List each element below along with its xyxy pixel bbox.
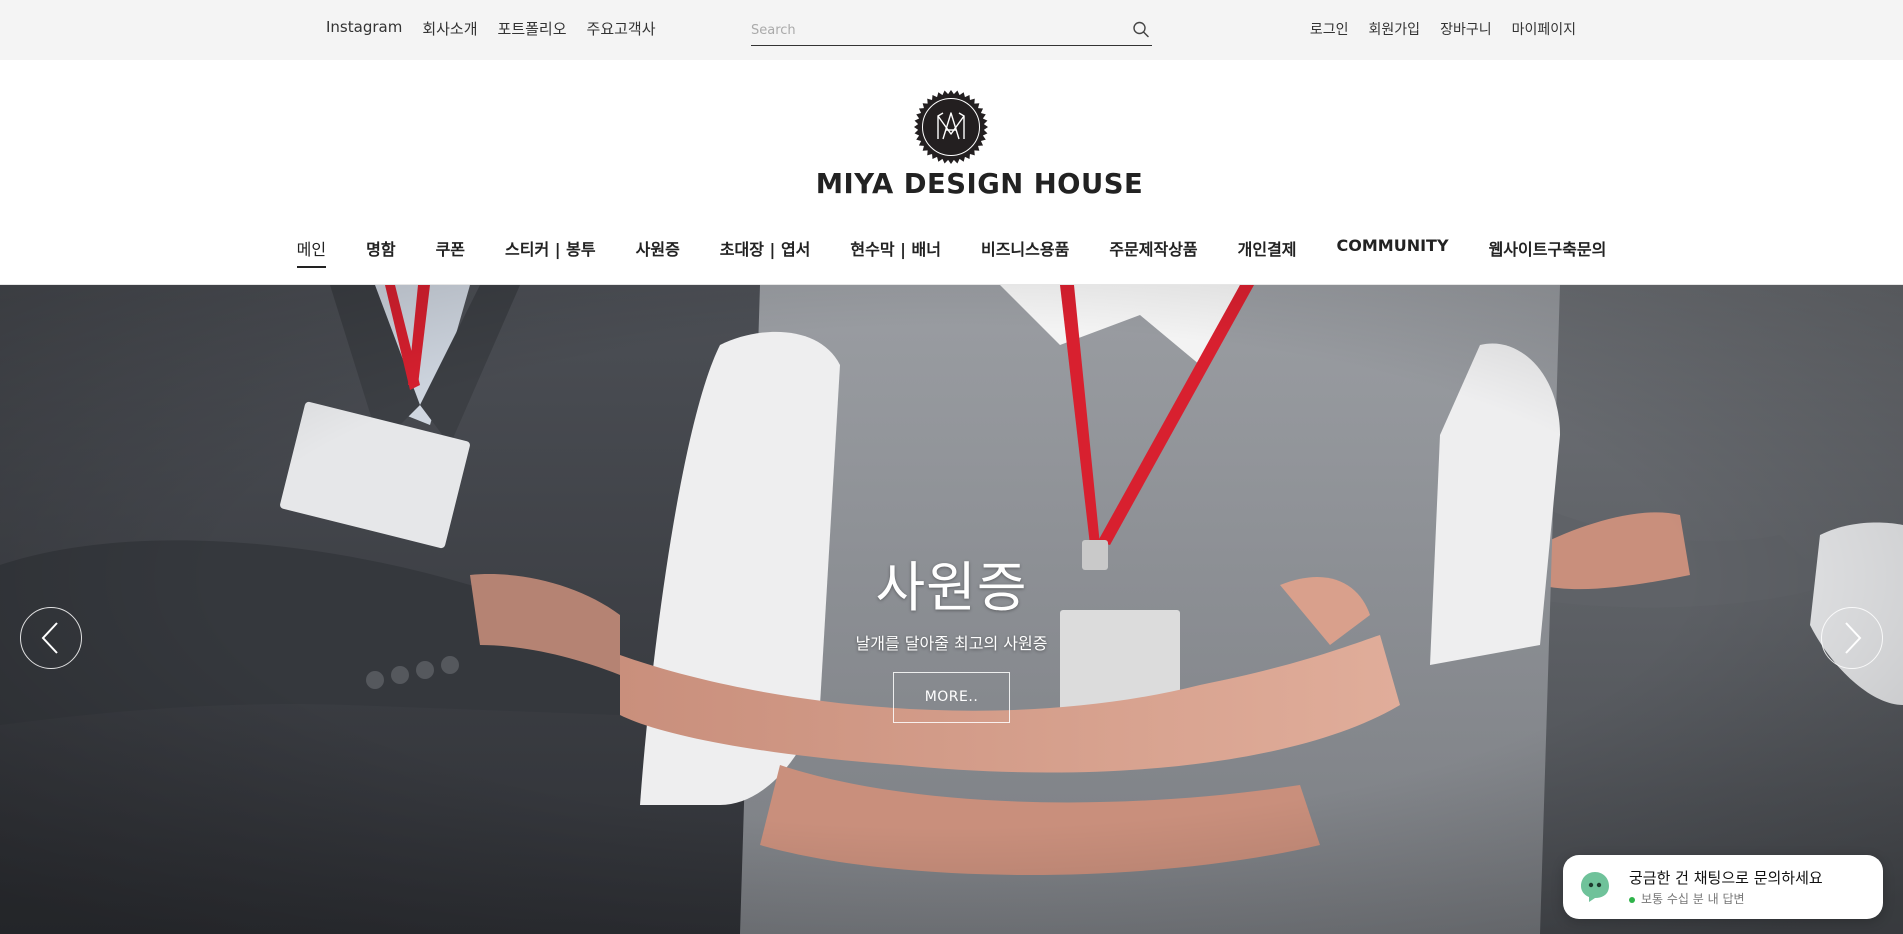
chevron-right-icon bbox=[1845, 622, 1862, 654]
site-logo[interactable]: MIYA DESIGN HOUSE bbox=[813, 89, 1144, 200]
nav-item[interactable]: 스티커 | 봉투 bbox=[485, 232, 616, 268]
nav-item[interactable]: 메인 bbox=[277, 232, 346, 268]
chat-status-text: 보통 수십 분 내 답변 bbox=[1641, 892, 1745, 906]
hero-caption: 사원증 날개를 달아줄 최고의 사원증 MORE.. bbox=[0, 543, 1903, 723]
hero-slider: 사원증 날개를 달아줄 최고의 사원증 MORE.. bbox=[0, 285, 1903, 934]
nav-item[interactable]: 개인결제 bbox=[1218, 232, 1317, 268]
nav-item[interactable]: 초대장 | 엽서 bbox=[700, 232, 831, 268]
top-utility-bar: Instagram 회사소개 포트폴리오 주요고객사 로그인 회원가입 장바구니… bbox=[0, 0, 1903, 60]
nav-item[interactable]: 주문제작상품 bbox=[1089, 232, 1217, 268]
chat-status: 보통 수십 분 내 답변 bbox=[1629, 890, 1745, 907]
main-navigation: 메인 명함 쿠폰 스티커 | 봉투 사원증 초대장 | 엽서 현수막 | 배너 비즈니스용품 주… bbox=[0, 232, 1903, 284]
chat-widget[interactable]: 궁금한 건 채팅으로 문의하세요 보통 수십 분 내 답변 bbox=[1563, 855, 1883, 919]
nav-item[interactable]: 사원증 bbox=[616, 232, 700, 268]
mypage-link[interactable]: 마이페이지 bbox=[1512, 19, 1576, 39]
hero-more-button[interactable]: MORE.. bbox=[893, 672, 1010, 723]
user-links: 로그인 회원가입 장바구니 마이페이지 bbox=[1310, 19, 1576, 39]
top-link-company[interactable]: 회사소개 bbox=[422, 18, 477, 39]
online-status-dot bbox=[1629, 896, 1635, 903]
signup-link[interactable]: 회원가입 bbox=[1369, 19, 1421, 39]
nav-item[interactable]: 비즈니스용품 bbox=[961, 232, 1089, 268]
nav-item[interactable]: 현수막 | 배너 bbox=[830, 232, 961, 268]
cart-link[interactable]: 장바구니 bbox=[1440, 19, 1492, 39]
chat-bot-icon bbox=[1581, 872, 1609, 902]
nav-item[interactable]: 명함 bbox=[346, 232, 415, 268]
chat-title: 궁금한 건 채팅으로 문의하세요 bbox=[1629, 869, 1823, 887]
search-icon[interactable] bbox=[1130, 19, 1152, 41]
search-box bbox=[751, 16, 1152, 46]
hero-subtitle: 날개를 달아줄 최고의 사원증 bbox=[855, 634, 1048, 653]
login-link[interactable]: 로그인 bbox=[1310, 19, 1349, 39]
top-link-portfolio[interactable]: 포트폴리오 bbox=[498, 18, 567, 39]
search-input[interactable] bbox=[751, 16, 1111, 44]
hero-title: 사원증 bbox=[875, 556, 1028, 619]
nav-item[interactable]: COMMUNITY bbox=[1317, 232, 1469, 268]
slider-next-button[interactable] bbox=[1821, 607, 1883, 669]
chevron-left-icon bbox=[41, 622, 58, 654]
logo-text: MIYA DESIGN HOUSE bbox=[815, 167, 1144, 200]
nav-item[interactable]: 쿠폰 bbox=[416, 232, 485, 268]
top-link-clients[interactable]: 주요고객사 bbox=[587, 18, 656, 39]
top-links: Instagram 회사소개 포트폴리오 주요고객사 bbox=[326, 18, 656, 39]
logo-emblem-icon bbox=[914, 90, 988, 164]
slider-prev-button[interactable] bbox=[20, 607, 82, 669]
nav-item[interactable]: 웹사이트구축문의 bbox=[1469, 232, 1627, 268]
top-link-instagram[interactable]: Instagram bbox=[326, 18, 402, 39]
